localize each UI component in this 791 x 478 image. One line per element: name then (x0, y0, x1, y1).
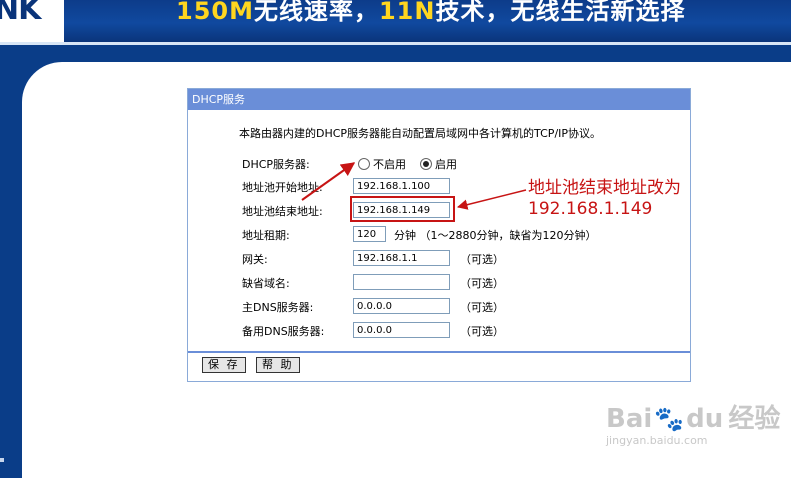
watermark-brand-right: du (686, 404, 724, 434)
end-ip-highlight-box (350, 196, 455, 222)
paw-icon: 🐾 (654, 405, 685, 433)
watermark-url: jingyan.baidu.com (606, 434, 708, 447)
annotation-line-1: 地址池结束地址改为 (528, 178, 681, 198)
baidu-watermark: Bai🐾du 经验 jingyan.baidu.com (606, 398, 781, 447)
annotation-line-2: 192.168.1.149 (528, 199, 653, 219)
watermark-brand-left: Bai (606, 404, 653, 434)
field-pointer-arrow (456, 189, 527, 210)
watermark-brand-cn: 经验 (728, 404, 781, 434)
radio-pointer-arrow (301, 162, 356, 201)
annotation-note: 地址池结束地址改为 192.168.1.149 (528, 178, 681, 220)
